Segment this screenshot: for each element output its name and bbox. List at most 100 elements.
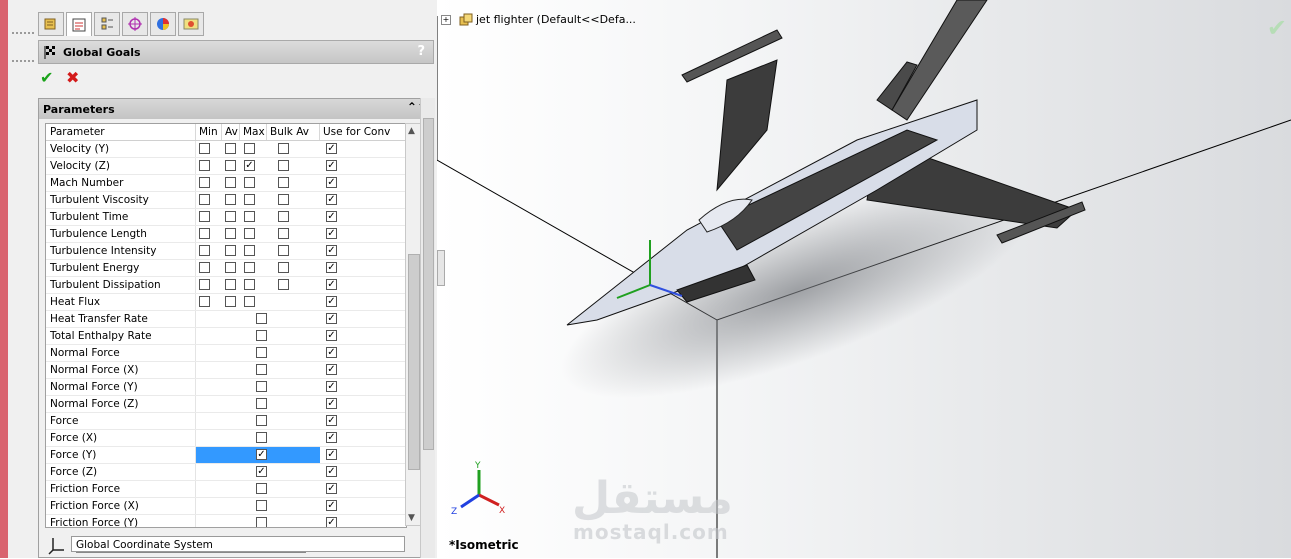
- table-scrollbar[interactable]: ▲ ▼: [405, 123, 421, 526]
- property-manager-tab[interactable]: [66, 12, 92, 36]
- table-row[interactable]: Turbulent Viscosity ✓: [46, 192, 406, 209]
- av-checkbox[interactable]: [225, 194, 236, 205]
- av-checkbox[interactable]: [225, 160, 236, 171]
- use-for-conv-checkbox[interactable]: ✓: [326, 364, 337, 375]
- panel-scroll-thumb[interactable]: [423, 118, 434, 450]
- table-row[interactable]: Force (Y) ✓ ✓: [46, 447, 406, 464]
- use-for-conv-checkbox[interactable]: ✓: [326, 432, 337, 443]
- value-checkbox[interactable]: ✓: [256, 466, 267, 477]
- configuration-tab[interactable]: [94, 12, 120, 36]
- table-row[interactable]: Turbulent Dissipation ✓: [46, 277, 406, 294]
- use-for-conv-checkbox[interactable]: ✓: [326, 296, 337, 307]
- bulk-av-checkbox[interactable]: [278, 143, 289, 154]
- max-checkbox[interactable]: [244, 228, 255, 239]
- cancel-button[interactable]: ✖: [66, 68, 79, 87]
- use-for-conv-checkbox[interactable]: ✓: [326, 466, 337, 477]
- table-row[interactable]: Turbulence Length ✓: [46, 226, 406, 243]
- scroll-down-icon[interactable]: ▼: [408, 513, 415, 523]
- bulk-av-checkbox[interactable]: [278, 279, 289, 290]
- table-row[interactable]: Turbulent Time ✓: [46, 209, 406, 226]
- value-checkbox[interactable]: [256, 347, 267, 358]
- column-header-parameter[interactable]: Parameter: [46, 124, 196, 140]
- table-row[interactable]: Normal Force (Y) ✓: [46, 379, 406, 396]
- value-checkbox[interactable]: ✓: [256, 449, 267, 460]
- table-row[interactable]: Force (X) ✓: [46, 430, 406, 447]
- value-checkbox[interactable]: [256, 415, 267, 426]
- use-for-conv-checkbox[interactable]: ✓: [326, 483, 337, 494]
- column-header-av[interactable]: Av: [222, 124, 240, 140]
- value-checkbox[interactable]: [256, 364, 267, 375]
- use-for-conv-checkbox[interactable]: ✓: [326, 313, 337, 324]
- value-checkbox[interactable]: [256, 330, 267, 341]
- column-header-min[interactable]: Min: [196, 124, 222, 140]
- min-checkbox[interactable]: [199, 177, 210, 188]
- max-checkbox[interactable]: [244, 194, 255, 205]
- max-checkbox[interactable]: [244, 296, 255, 307]
- table-row[interactable]: Heat Transfer Rate ✓: [46, 311, 406, 328]
- max-checkbox[interactable]: [244, 262, 255, 273]
- table-row[interactable]: Normal Force (Z) ✓: [46, 396, 406, 413]
- min-checkbox[interactable]: [199, 245, 210, 256]
- parameters-group-header[interactable]: Parameters ⌃⌃: [39, 99, 433, 119]
- use-for-conv-checkbox[interactable]: ✓: [326, 330, 337, 341]
- max-checkbox[interactable]: ✓: [244, 160, 255, 171]
- use-for-conv-checkbox[interactable]: ✓: [326, 347, 337, 358]
- table-row[interactable]: Force ✓: [46, 413, 406, 430]
- use-for-conv-checkbox[interactable]: ✓: [326, 279, 337, 290]
- bulk-av-checkbox[interactable]: [278, 245, 289, 256]
- av-checkbox[interactable]: [225, 177, 236, 188]
- flow-simulation-tab[interactable]: [178, 12, 204, 36]
- coordinate-system-field[interactable]: Global Coordinate System: [71, 536, 405, 552]
- column-header-bulk-av[interactable]: Bulk Av: [267, 124, 320, 140]
- bulk-av-checkbox[interactable]: [278, 228, 289, 239]
- ok-button[interactable]: ✔: [40, 68, 53, 87]
- max-checkbox[interactable]: [244, 143, 255, 154]
- confirm-corner-check-icon[interactable]: ✔: [1267, 14, 1287, 42]
- value-checkbox[interactable]: [256, 517, 267, 527]
- help-icon[interactable]: ?: [417, 44, 425, 59]
- use-for-conv-checkbox[interactable]: ✓: [326, 262, 337, 273]
- bulk-av-checkbox[interactable]: [278, 160, 289, 171]
- table-row[interactable]: Normal Force (X) ✓: [46, 362, 406, 379]
- av-checkbox[interactable]: [225, 296, 236, 307]
- av-checkbox[interactable]: [225, 211, 236, 222]
- value-checkbox[interactable]: [256, 313, 267, 324]
- min-checkbox[interactable]: [199, 211, 210, 222]
- table-row[interactable]: Friction Force (Y) ✓: [46, 515, 406, 527]
- use-for-conv-checkbox[interactable]: ✓: [326, 177, 337, 188]
- value-checkbox[interactable]: [256, 381, 267, 392]
- value-checkbox[interactable]: [256, 483, 267, 494]
- use-for-conv-checkbox[interactable]: ✓: [326, 245, 337, 256]
- max-checkbox[interactable]: [244, 245, 255, 256]
- use-for-conv-checkbox[interactable]: ✓: [326, 228, 337, 239]
- use-for-conv-checkbox[interactable]: ✓: [326, 143, 337, 154]
- max-checkbox[interactable]: [244, 211, 255, 222]
- table-row[interactable]: Velocity (Y) ✓: [46, 141, 406, 158]
- panel-scrollbar[interactable]: [420, 98, 435, 558]
- av-checkbox[interactable]: [225, 143, 236, 154]
- use-for-conv-checkbox[interactable]: ✓: [326, 398, 337, 409]
- bulk-av-checkbox[interactable]: [278, 262, 289, 273]
- max-checkbox[interactable]: [244, 177, 255, 188]
- table-row[interactable]: Velocity (Z) ✓ ✓: [46, 158, 406, 175]
- use-for-conv-checkbox[interactable]: ✓: [326, 211, 337, 222]
- column-header-use-for-conv[interactable]: Use for Conv: [320, 124, 406, 140]
- table-row[interactable]: Turbulent Energy ✓: [46, 260, 406, 277]
- table-scroll-thumb[interactable]: [408, 254, 420, 470]
- table-row[interactable]: Turbulence Intensity ✓: [46, 243, 406, 260]
- bulk-av-checkbox[interactable]: [278, 194, 289, 205]
- use-for-conv-checkbox[interactable]: ✓: [326, 449, 337, 460]
- min-checkbox[interactable]: [199, 143, 210, 154]
- graphics-viewport[interactable]: + jet flighter (Default<<Defa... Y X Z م…: [437, 0, 1291, 558]
- table-row[interactable]: Mach Number ✓: [46, 175, 406, 192]
- dimxpert-tab[interactable]: [122, 12, 148, 36]
- use-for-conv-checkbox[interactable]: ✓: [326, 160, 337, 171]
- use-for-conv-checkbox[interactable]: ✓: [326, 415, 337, 426]
- value-checkbox[interactable]: [256, 432, 267, 443]
- table-row[interactable]: Friction Force (X) ✓: [46, 498, 406, 515]
- min-checkbox[interactable]: [199, 160, 210, 171]
- use-for-conv-checkbox[interactable]: ✓: [326, 381, 337, 392]
- min-checkbox[interactable]: [199, 228, 210, 239]
- use-for-conv-checkbox[interactable]: ✓: [326, 517, 337, 527]
- table-row[interactable]: Heat Flux ✓: [46, 294, 406, 311]
